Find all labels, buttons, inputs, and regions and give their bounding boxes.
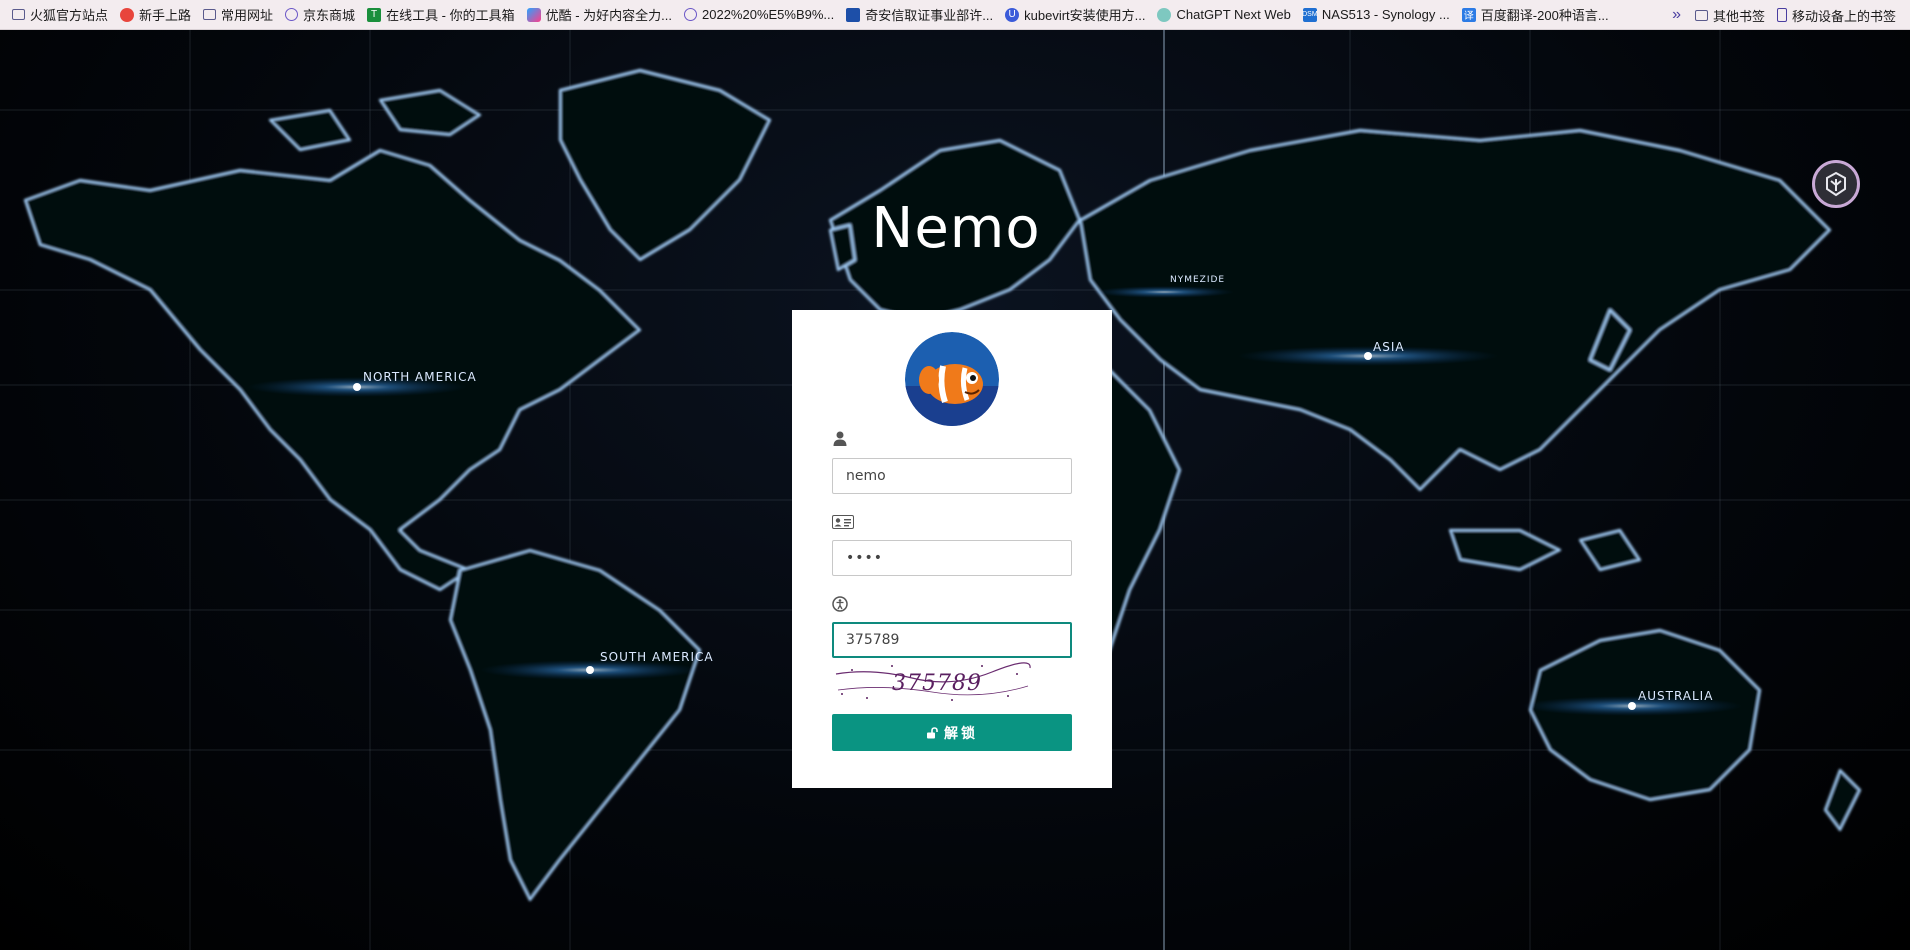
bookmark-kubevirt[interactable]: Ukubevirt安装使用方...	[999, 3, 1151, 27]
chatgpt-icon	[1157, 7, 1172, 22]
bookmark-2022[interactable]: 2022%20%E5%B9%...	[678, 3, 840, 27]
youku-icon	[526, 7, 541, 22]
globe-icon	[285, 8, 299, 21]
u-icon: U	[1005, 7, 1020, 22]
accessibility-icon	[832, 596, 848, 612]
bookmark-label: 其他书签	[1712, 8, 1765, 24]
bookmark-label: 在线工具 - 你的工具箱	[386, 8, 515, 23]
folder-icon	[12, 9, 25, 20]
bookmark-qianxin[interactable]: 奇安信取证事业部许...	[840, 3, 999, 27]
bookmark-label: ChatGPT Next Web	[1176, 7, 1291, 22]
folder-icon	[1694, 9, 1708, 21]
baidu-translate-icon: 译	[1461, 7, 1476, 22]
bookmark-label: 移动设备上的书签	[1791, 8, 1896, 24]
map-label-south-america: SOUTH AMERICA	[600, 650, 714, 664]
map-label-asia: ASIA	[1373, 340, 1405, 354]
login-card: nemo •••• 375789 375789 解锁	[792, 310, 1112, 788]
bookmark-label: kubevirt安装使用方...	[1024, 8, 1146, 23]
bookmark-label: 火狐官方站点	[30, 8, 109, 23]
unlock-icon	[926, 726, 938, 739]
map-label-north-america: NORTH AMERICA	[363, 370, 477, 384]
captcha-text: 375789	[892, 671, 982, 696]
bookmark-mobile[interactable]: 移动设备上的书签	[1771, 3, 1902, 27]
bookmark-label: 奇安信取证事业部许...	[865, 8, 994, 23]
bookmark-nas513[interactable]: DSM NAS513 - Synology ...	[1297, 3, 1456, 27]
tree-logo-icon	[1826, 171, 1846, 197]
bookmark-baidu-translate[interactable]: 译百度翻译-200种语言...	[1456, 3, 1615, 27]
bookmark-label: 新手上路	[139, 8, 192, 23]
firefox-icon	[120, 7, 135, 22]
captcha-image[interactable]: 375789	[832, 660, 1032, 704]
tools-icon: T	[367, 7, 382, 22]
unlock-label: 解锁	[944, 725, 978, 742]
bookmark-youku[interactable]: 优酷 - 为好内容全力...	[521, 3, 678, 27]
bookmark-online-tools[interactable]: T 在线工具 - 你的工具箱	[361, 3, 521, 27]
bookmark-firefox-site[interactable]: 火狐官方站点	[6, 3, 114, 27]
folder-icon	[203, 9, 217, 20]
map-label-australia: AUSTRALIA	[1638, 689, 1713, 703]
user-icon	[833, 431, 847, 446]
qianxin-icon	[846, 7, 861, 22]
bookmark-other[interactable]: 其他书签	[1689, 3, 1771, 27]
bookmark-getting-started[interactable]: 新手上路	[114, 3, 197, 27]
bookmarks-bar: 火狐官方站点 新手上路 常用网址 京东商城 T 在线工具 - 你的工具箱 优酷 -…	[0, 0, 1910, 30]
clownfish-avatar-icon	[905, 332, 999, 426]
bookmarks-right: » 其他书签 移动设备上的书签	[1664, 0, 1902, 30]
username-input[interactable]: nemo	[832, 458, 1072, 494]
bookmark-label: 2022%20%E5%B9%...	[702, 7, 835, 22]
avatar	[905, 332, 999, 426]
id-card-icon	[832, 515, 854, 529]
bookmark-label: 常用网址	[221, 8, 274, 23]
page-title: Nemo	[871, 196, 1041, 261]
password-input[interactable]: ••••	[832, 540, 1072, 576]
bookmark-label: 京东商城	[303, 8, 356, 23]
bookmark-common-sites[interactable]: 常用网址	[197, 3, 279, 27]
unlock-button[interactable]: 解锁	[832, 714, 1072, 751]
chevron-more-icon[interactable]: »	[1664, 6, 1689, 24]
mobile-icon	[1776, 8, 1787, 22]
bookmark-chatgpt[interactable]: ChatGPT Next Web	[1151, 3, 1296, 27]
captcha-input[interactable]: 375789	[832, 622, 1072, 658]
globe-icon	[684, 8, 698, 21]
map-label-nymezide: NYMEZIDE	[1170, 275, 1225, 285]
bookmark-jd[interactable]: 京东商城	[279, 3, 361, 27]
bookmark-label: NAS513 - Synology ...	[1321, 7, 1450, 22]
bookmark-label: 百度翻译-200种语言...	[1480, 8, 1609, 23]
dsm-icon: DSM	[1302, 7, 1318, 22]
bookmark-label: 优酷 - 为好内容全力...	[545, 8, 673, 23]
